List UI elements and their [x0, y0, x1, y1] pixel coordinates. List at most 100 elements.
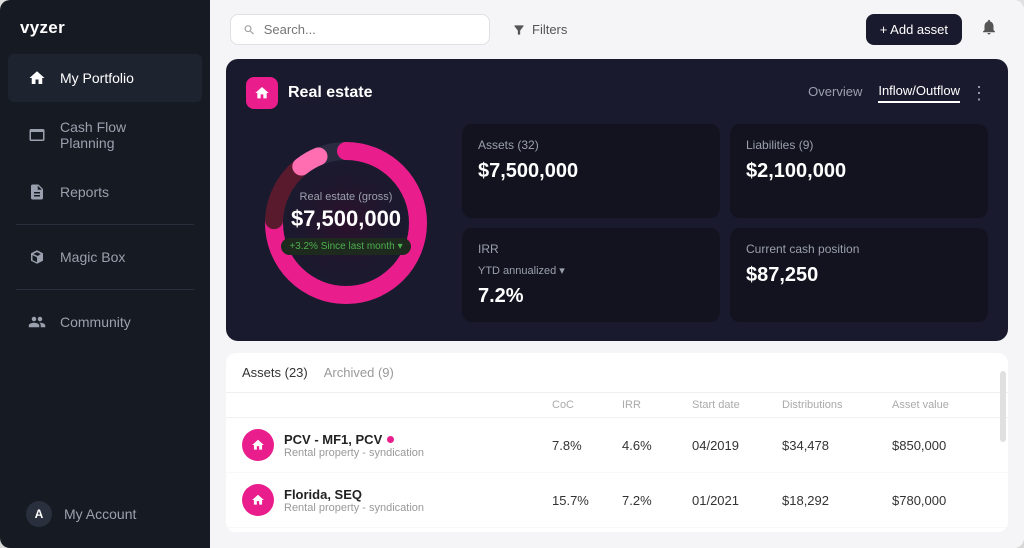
metric-cash-label: Current cash position	[746, 242, 972, 256]
col-coc: CoC	[552, 399, 622, 411]
account-label: My Account	[64, 506, 136, 522]
table-row: Atlanta, M1	[226, 528, 1008, 532]
cell-irr-1: 4.6%	[622, 438, 692, 453]
cell-irr-2: 7.2%	[622, 493, 692, 508]
table-rows: PCV - MF1, PCV Rental property - syndica…	[226, 418, 1008, 532]
metric-liabilities-label: Liabilities (9)	[746, 138, 972, 152]
divider-2	[16, 289, 194, 290]
search-icon	[243, 23, 256, 37]
add-asset-button[interactable]: + Add asset	[866, 14, 962, 45]
asset-icon-2	[242, 484, 274, 516]
cell-distributions-1: $34,478	[782, 438, 892, 453]
col-start-date: Start date	[692, 399, 782, 411]
metric-cash-value: $87,250	[746, 264, 972, 287]
notification-button[interactable]	[974, 12, 1004, 47]
metric-assets-label: Assets (32)	[478, 138, 704, 152]
filters-label: Filters	[532, 22, 567, 37]
filter-icon	[512, 23, 526, 37]
badge-text: +3.2% Since last month	[289, 241, 394, 252]
asset-type-2: Rental property - syndication	[284, 502, 424, 514]
cell-assetvalue-2: $780,000	[892, 493, 992, 508]
asset-icon-1	[242, 429, 274, 461]
donut-value: $7,500,000	[281, 207, 410, 231]
asset-name-1: PCV - MF1, PCV	[284, 432, 424, 447]
tab-archived[interactable]: Archived (9)	[324, 365, 394, 380]
magicbox-icon	[26, 246, 48, 268]
col-asset-value: Asset value	[892, 399, 992, 411]
home-icon	[26, 67, 48, 89]
sidebar-item-magicbox[interactable]: Magic Box	[8, 233, 202, 281]
search-input[interactable]	[264, 22, 477, 37]
card-tabs: Overview Inflow/Outflow	[808, 83, 960, 103]
add-asset-label: + Add asset	[880, 22, 948, 37]
table-row: PCV - MF1, PCV Rental property - syndica…	[226, 418, 1008, 473]
metric-liabilities-value: $2,100,000	[746, 160, 972, 183]
metric-assets: Assets (32) $7,500,000	[462, 124, 720, 218]
asset-status-dot-1	[387, 436, 394, 443]
metric-irr-value: 7.2%	[478, 285, 704, 308]
donut-label: Real estate (gross)	[281, 191, 410, 203]
asset-name-2: Florida, SEQ	[284, 487, 424, 502]
assets-table: Assets (23) Archived (9) CoC IRR Start d…	[226, 353, 1008, 532]
card-body: Real estate (gross) $7,500,000 +3.2% Sin…	[246, 123, 988, 323]
metrics-grid: Assets (32) $7,500,000 Liabilities (9) $…	[462, 124, 988, 322]
reports-label: Reports	[60, 184, 109, 200]
card-header: Real estate Overview Inflow/Outflow ⋮	[246, 77, 988, 109]
sidebar-item-community[interactable]: Community	[8, 298, 202, 346]
cell-startdate-1: 04/2019	[692, 438, 782, 453]
sidebar-nav: My Portfolio Cash Flow Planning Reports	[0, 52, 210, 548]
asset-type-1: Rental property - syndication	[284, 447, 424, 459]
metric-irr-sublabel: YTD annualized ▾	[478, 264, 704, 277]
tab-inflow-outflow[interactable]: Inflow/Outflow	[878, 83, 960, 103]
community-icon	[26, 311, 48, 333]
search-box[interactable]	[230, 14, 490, 45]
metric-cash: Current cash position $87,250	[730, 228, 988, 322]
portfolio-label: My Portfolio	[60, 70, 134, 86]
donut-badge[interactable]: +3.2% Since last month ▾	[281, 238, 410, 255]
metric-assets-value: $7,500,000	[478, 160, 704, 183]
sidebar: vyzer My Portfolio Cash Flow Planning	[0, 0, 210, 548]
cashflow-label: Cash Flow Planning	[60, 119, 184, 151]
magicbox-label: Magic Box	[60, 249, 125, 265]
col-irr: IRR	[622, 399, 692, 411]
asset-info-1: PCV - MF1, PCV Rental property - syndica…	[242, 429, 552, 461]
tab-assets[interactable]: Assets (23)	[242, 365, 308, 380]
bell-icon	[980, 18, 998, 36]
sidebar-item-portfolio[interactable]: My Portfolio	[8, 54, 202, 102]
sidebar-account[interactable]: A My Account	[8, 488, 202, 540]
app-logo: vyzer	[0, 0, 210, 52]
sidebar-item-cashflow[interactable]: Cash Flow Planning	[8, 106, 202, 164]
donut-chart: Real estate (gross) $7,500,000 +3.2% Sin…	[246, 123, 446, 323]
avatar: A	[26, 501, 52, 527]
cell-distributions-2: $18,292	[782, 493, 892, 508]
main-content: Filters + Add asset Real estate Ov	[210, 0, 1024, 548]
filters-button[interactable]: Filters	[502, 15, 577, 44]
divider-1	[16, 224, 194, 225]
tab-overview[interactable]: Overview	[808, 84, 862, 102]
table-row: Florida, SEQ Rental property - syndicati…	[226, 473, 1008, 528]
cell-assetvalue-1: $850,000	[892, 438, 992, 453]
community-label: Community	[60, 314, 131, 330]
metric-liabilities: Liabilities (9) $2,100,000	[730, 124, 988, 218]
metric-irr: IRR YTD annualized ▾ 7.2%	[462, 228, 720, 322]
sidebar-item-reports[interactable]: Reports	[8, 168, 202, 216]
more-options-button[interactable]: ⋮	[970, 83, 988, 104]
badge-chevron: ▾	[398, 241, 403, 252]
col-asset	[242, 399, 552, 411]
asset-info-2: Florida, SEQ Rental property - syndicati…	[242, 484, 552, 516]
real-estate-icon	[246, 77, 278, 109]
col-distributions: Distributions	[782, 399, 892, 411]
reports-icon	[26, 181, 48, 203]
table-columns: CoC IRR Start date Distributions Asset v…	[226, 393, 1008, 418]
metric-irr-label: IRR	[478, 242, 704, 256]
irr-chevron[interactable]: ▾	[559, 264, 565, 277]
table-header: Assets (23) Archived (9)	[226, 353, 1008, 393]
donut-center: Real estate (gross) $7,500,000 +3.2% Sin…	[281, 191, 410, 254]
topbar: Filters + Add asset	[210, 0, 1024, 59]
card-title: Real estate	[288, 84, 798, 102]
cell-coc-1: 7.8%	[552, 438, 622, 453]
cell-coc-2: 15.7%	[552, 493, 622, 508]
scrollbar[interactable]	[1000, 371, 1006, 443]
cell-startdate-2: 01/2021	[692, 493, 782, 508]
cashflow-icon	[26, 124, 48, 146]
